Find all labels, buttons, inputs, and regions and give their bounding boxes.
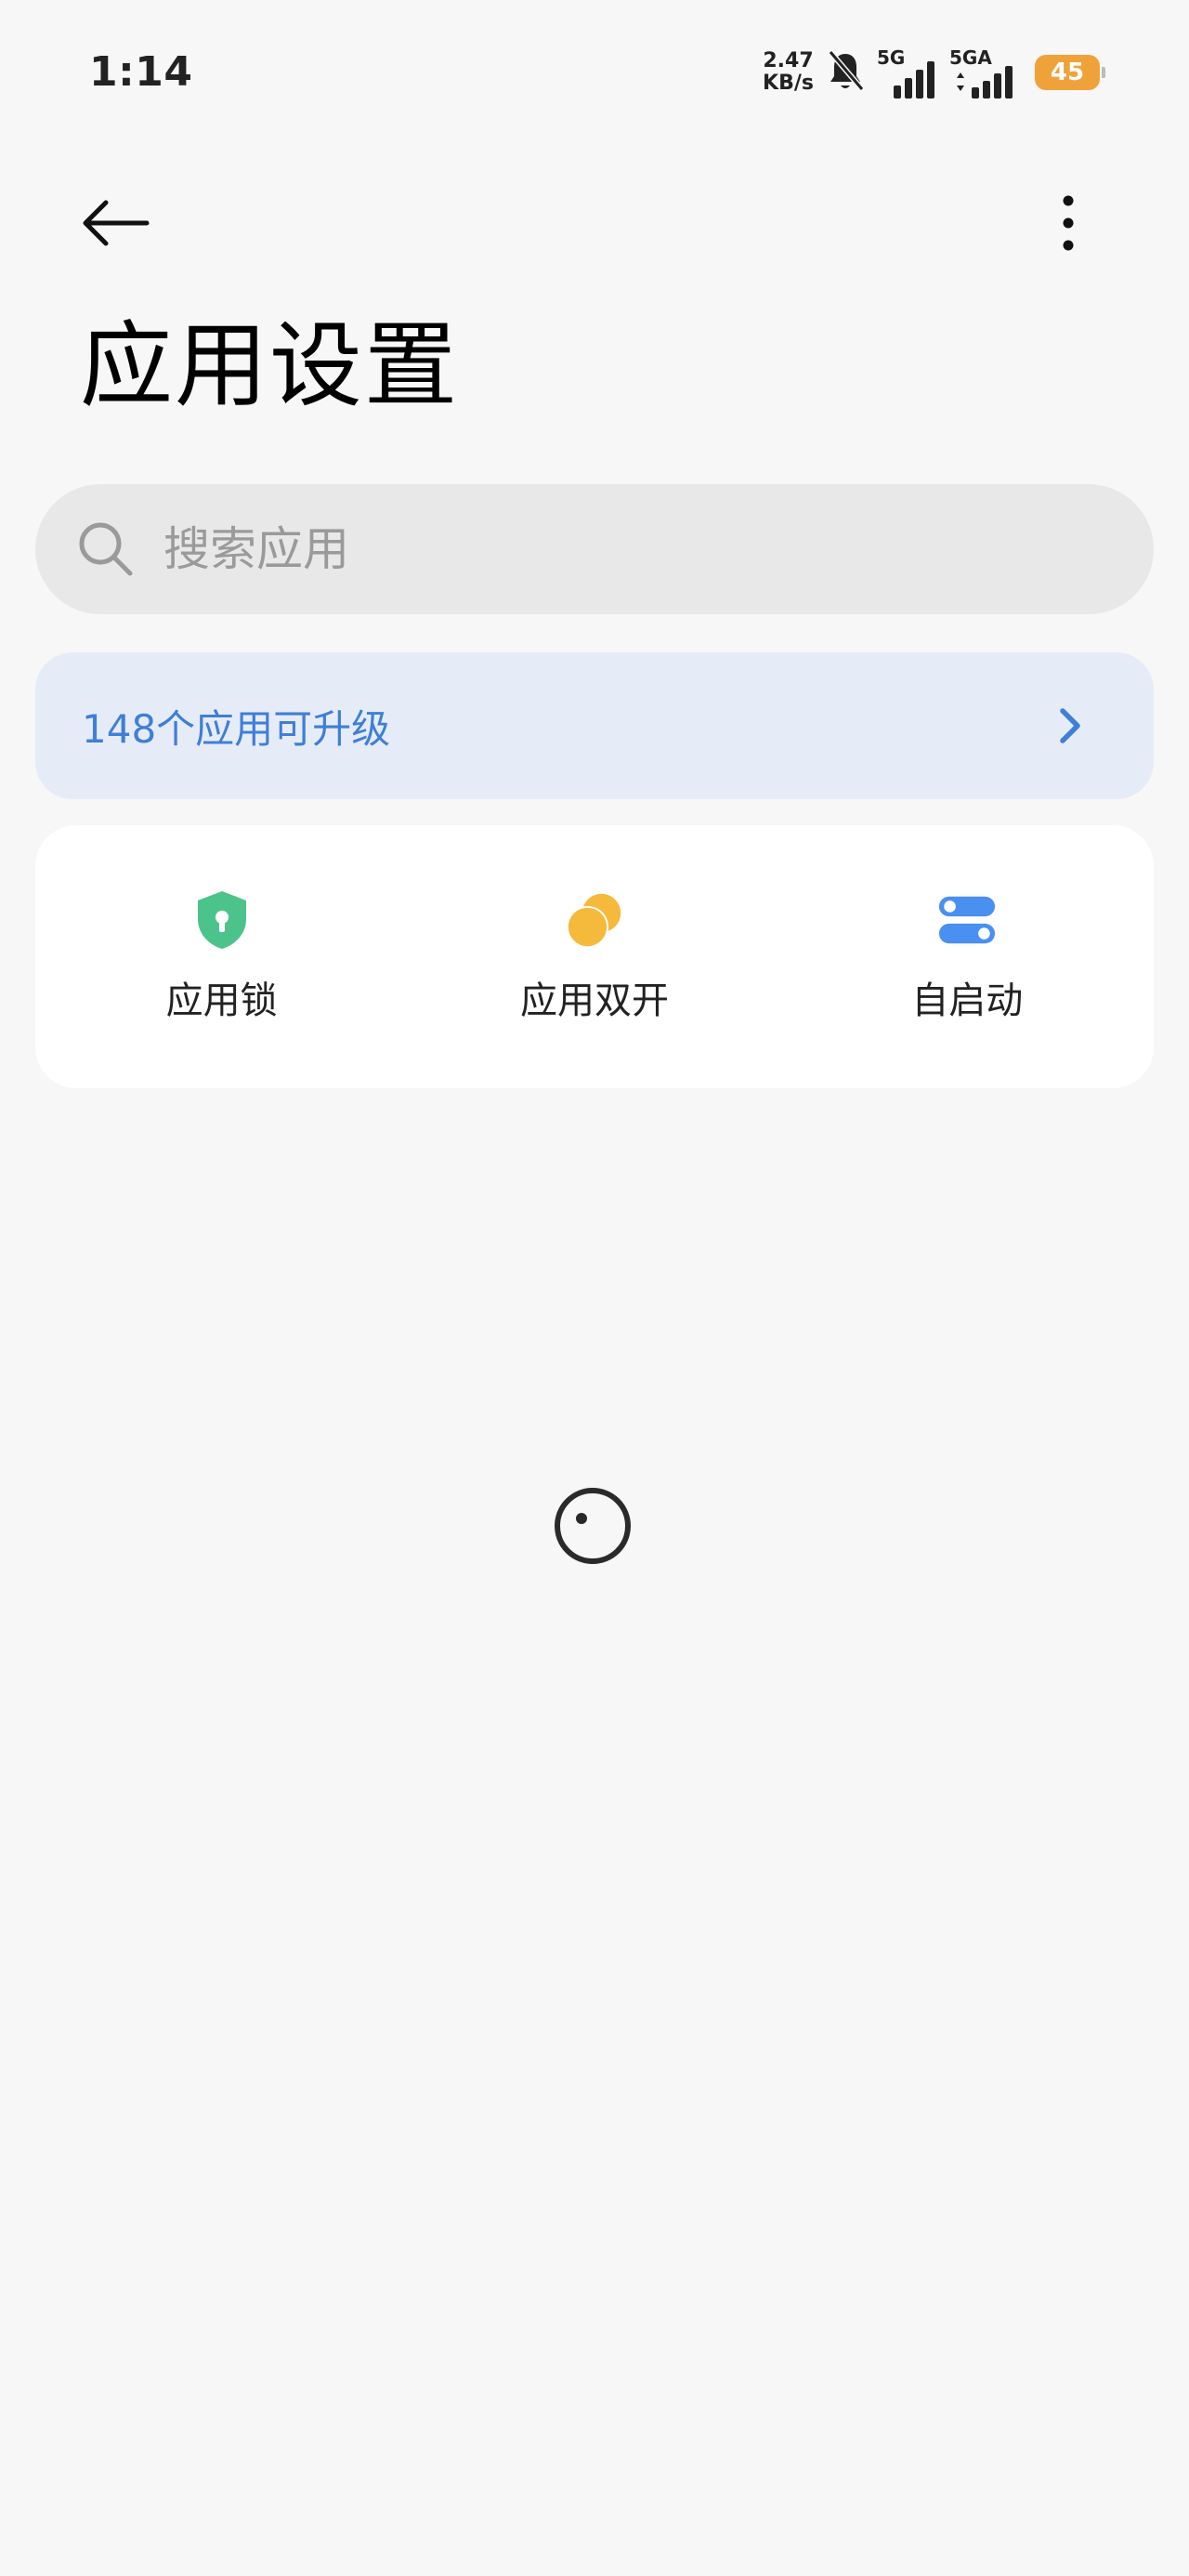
search-input[interactable] bbox=[162, 521, 1001, 577]
status-time: 1:14 bbox=[89, 48, 193, 96]
mute-bell-icon bbox=[825, 48, 866, 97]
more-options-button[interactable] bbox=[1040, 186, 1096, 260]
shortcut-dual-apps[interactable]: 应用双开 bbox=[408, 825, 780, 1088]
search-bar[interactable] bbox=[35, 484, 1154, 614]
page-title: 应用设置 bbox=[80, 311, 459, 420]
dual-app-icon bbox=[565, 890, 624, 950]
status-icons: 2.47 KB/s 5G 5GA 45 bbox=[763, 46, 1105, 99]
back-button[interactable] bbox=[74, 186, 156, 260]
upgrade-banner-text: 148个应用可升级 bbox=[82, 705, 391, 752]
signal-bars-icon bbox=[894, 61, 934, 99]
shortcut-label: 应用双开 bbox=[519, 979, 669, 1022]
shield-lock-icon bbox=[192, 890, 252, 950]
chevron-right-icon bbox=[1060, 708, 1080, 743]
toggle-autostart-icon bbox=[937, 890, 997, 950]
shortcut-label: 自启动 bbox=[911, 979, 1024, 1022]
upgrade-banner[interactable]: 148个应用可升级 bbox=[35, 652, 1154, 799]
network-speed-value: 2.47 bbox=[763, 49, 814, 72]
signal-bars-icon bbox=[957, 66, 1013, 99]
battery-indicator: 45 bbox=[1035, 55, 1105, 90]
loading-spinner-icon bbox=[552, 1485, 634, 1567]
status-bar: 1:14 2.47 KB/s 5G 5GA 45 bbox=[0, 0, 1189, 149]
network-speed: 2.47 KB/s bbox=[763, 50, 814, 95]
sim2-signal: 5GA bbox=[949, 46, 1024, 99]
network-speed-unit: KB/s bbox=[763, 72, 814, 95]
sim1-signal: 5G bbox=[877, 46, 938, 99]
shortcut-app-lock[interactable]: 应用锁 bbox=[35, 825, 408, 1088]
search-icon bbox=[79, 522, 133, 576]
shortcut-label: 应用锁 bbox=[165, 979, 278, 1022]
shortcut-autostart[interactable]: 自启动 bbox=[781, 825, 1154, 1088]
more-vertical-icon bbox=[1063, 195, 1074, 251]
arrow-left-icon bbox=[83, 200, 150, 246]
shortcuts-card: 应用锁 应用双开 自启动 bbox=[35, 825, 1154, 1088]
